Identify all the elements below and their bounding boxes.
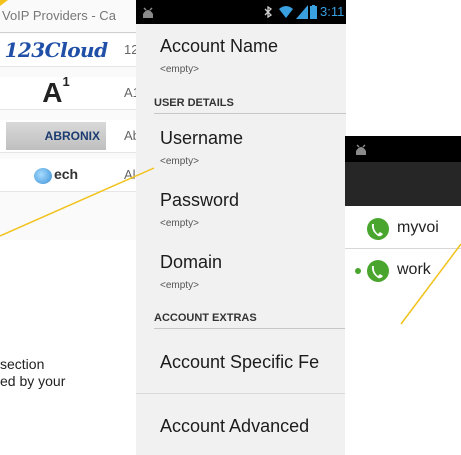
callout-line-right [400,243,461,325]
callout-lines [0,0,461,325]
callout-corner-mark [0,0,8,6]
callout-line-left [0,167,155,237]
